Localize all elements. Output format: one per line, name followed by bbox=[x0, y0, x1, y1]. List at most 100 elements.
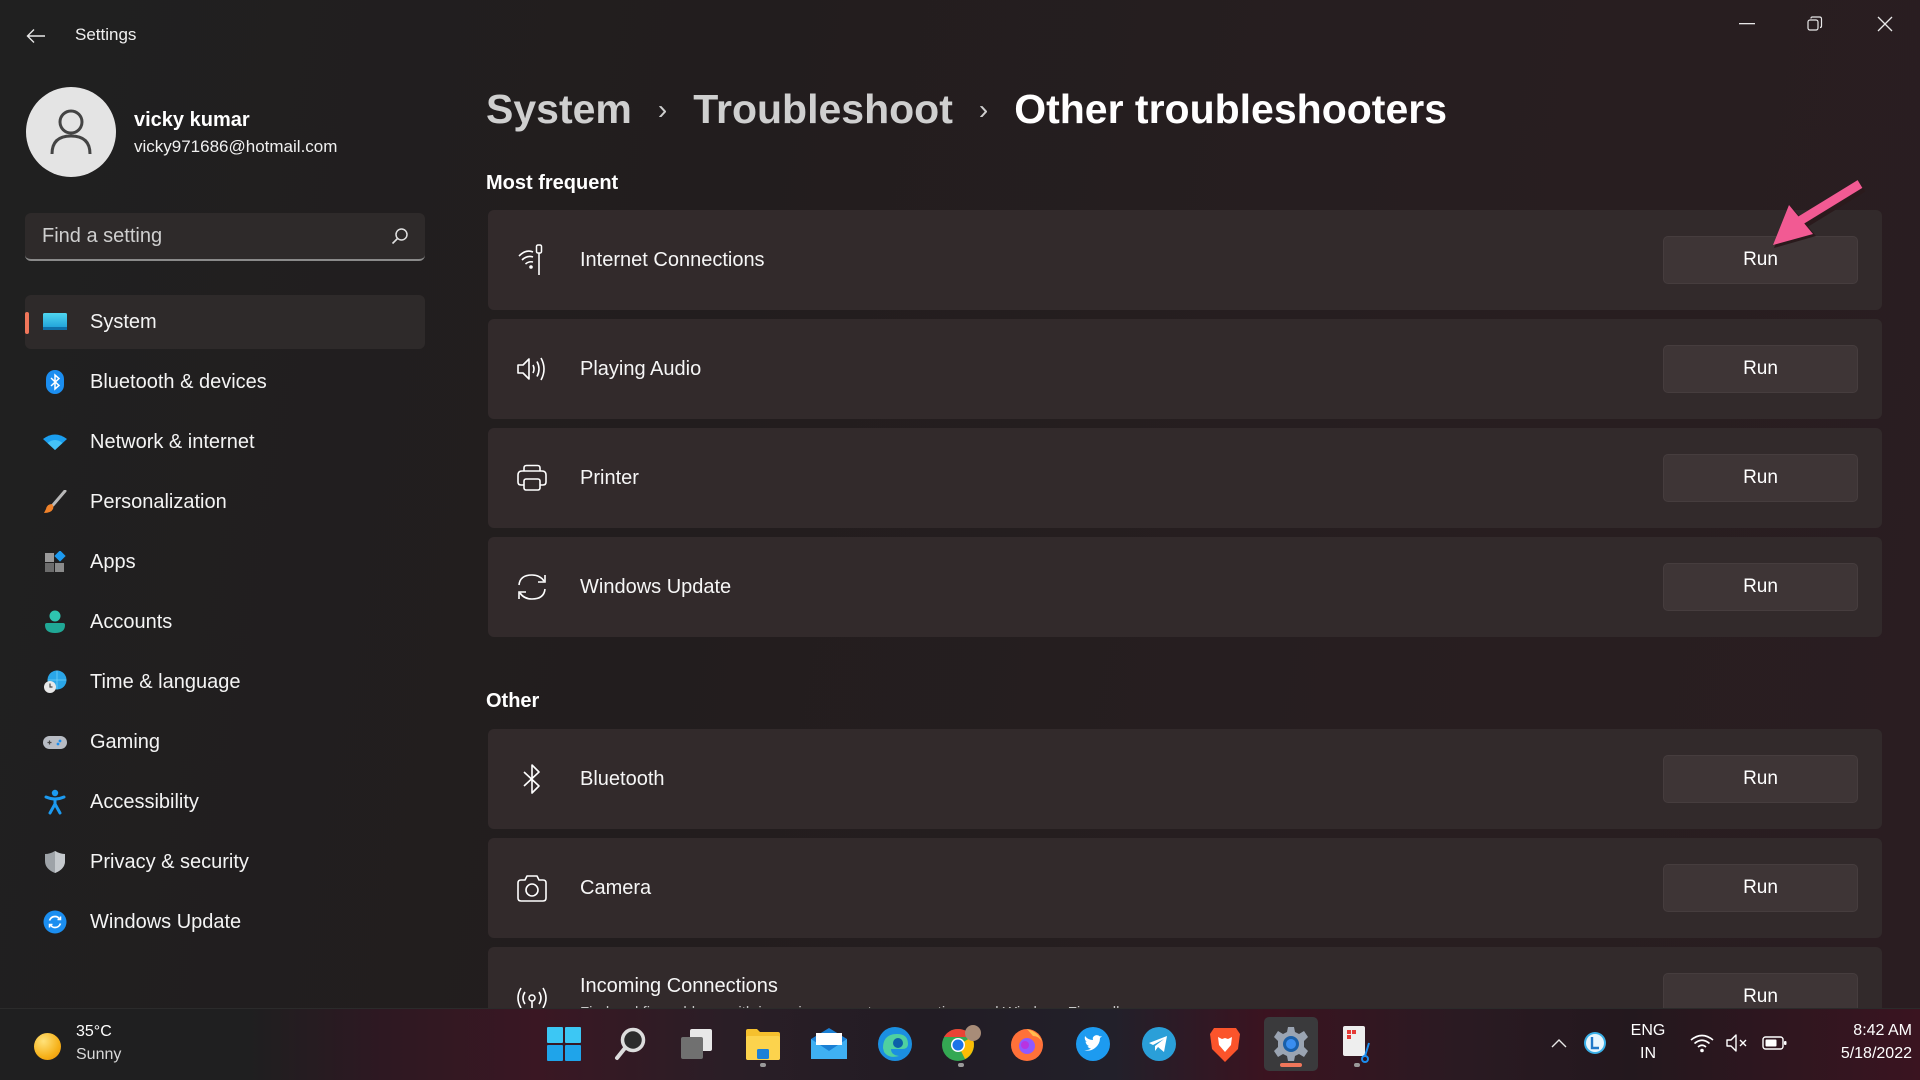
sidebar-item-personalization[interactable]: Personalization bbox=[25, 475, 425, 529]
brave-lion-icon bbox=[1210, 1028, 1240, 1062]
run-printer-button[interactable]: Run bbox=[1663, 454, 1858, 502]
run-bluetooth-button[interactable]: Run bbox=[1663, 755, 1858, 803]
shield-icon bbox=[42, 849, 68, 875]
minimize-button[interactable] bbox=[1713, 0, 1781, 48]
back-button[interactable] bbox=[18, 18, 54, 54]
annotation-arrow bbox=[1773, 180, 1866, 248]
apps-icon bbox=[42, 549, 68, 575]
taskbar-brave[interactable] bbox=[1198, 1017, 1252, 1071]
globe-clock-icon bbox=[42, 669, 68, 695]
run-camera-button[interactable]: Run bbox=[1663, 864, 1858, 912]
search-input[interactable] bbox=[42, 224, 391, 248]
minimize-icon bbox=[1739, 23, 1755, 25]
tray-app-l[interactable] bbox=[1582, 1030, 1608, 1056]
troubleshooter-camera: Camera Run bbox=[488, 838, 1882, 938]
back-arrow-icon bbox=[26, 29, 45, 43]
volume-muted-icon bbox=[1726, 1034, 1747, 1052]
weather-condition[interactable]: Sunny bbox=[76, 1046, 121, 1064]
sidebar-item-gaming[interactable]: Gaming bbox=[25, 715, 425, 769]
sidebar-item-accounts[interactable]: Accounts bbox=[25, 595, 425, 649]
l-app-icon bbox=[1584, 1032, 1606, 1054]
network-status[interactable] bbox=[1688, 1030, 1716, 1056]
region-code: IN bbox=[1640, 1045, 1656, 1062]
antenna-icon bbox=[514, 984, 550, 1008]
sidebar-item-accessibility[interactable]: Accessibility bbox=[25, 775, 425, 829]
camera-icon bbox=[514, 870, 550, 906]
run-playing-audio-button[interactable]: Run bbox=[1663, 345, 1858, 393]
breadcrumb-system[interactable]: System bbox=[486, 86, 632, 133]
task-view-icon bbox=[681, 1029, 712, 1059]
show-hidden-icons-button[interactable] bbox=[1546, 1030, 1572, 1056]
bluetooth-icon bbox=[42, 369, 68, 395]
clock[interactable]: 8:42 AM 5/18/2022 bbox=[1800, 1018, 1912, 1070]
edge-icon bbox=[878, 1027, 912, 1061]
taskbar-search[interactable] bbox=[603, 1017, 657, 1071]
run-windows-update-button[interactable]: Run bbox=[1663, 563, 1858, 611]
taskbar-mail[interactable] bbox=[802, 1017, 856, 1071]
printer-icon bbox=[514, 460, 550, 496]
troubleshooter-playing-audio: Playing Audio Run bbox=[488, 319, 1882, 419]
troubleshooter-label: Incoming Connections bbox=[580, 975, 778, 997]
volume-status[interactable] bbox=[1724, 1030, 1752, 1056]
weather-temperature[interactable]: 35°C bbox=[76, 1023, 112, 1041]
running-indicator bbox=[760, 1063, 766, 1067]
settings-window: Settings vicky kumar vicky971686@hotmail… bbox=[0, 0, 1920, 1008]
troubleshooter-label: Internet Connections bbox=[580, 248, 765, 271]
sidebar-nav: System Bluetooth & devices Network & int… bbox=[25, 295, 425, 955]
restore-button[interactable] bbox=[1781, 0, 1849, 48]
sidebar-item-bluetooth-devices[interactable]: Bluetooth & devices bbox=[25, 355, 425, 409]
windows-logo-icon bbox=[547, 1027, 581, 1061]
person-outline-icon bbox=[50, 109, 92, 155]
taskbar-settings[interactable] bbox=[1264, 1017, 1318, 1071]
sidebar-item-label: Apps bbox=[90, 550, 136, 573]
taskbar-telegram[interactable] bbox=[1132, 1017, 1186, 1071]
troubleshooter-bluetooth: Bluetooth Run bbox=[488, 729, 1882, 829]
taskbar-task-view[interactable] bbox=[670, 1017, 724, 1071]
breadcrumb-troubleshoot[interactable]: Troubleshoot bbox=[693, 86, 953, 133]
running-indicator bbox=[958, 1063, 964, 1067]
taskbar-snipping-tool[interactable] bbox=[1330, 1017, 1384, 1071]
wifi-icon bbox=[1690, 1034, 1714, 1053]
search-icon[interactable] bbox=[391, 227, 409, 245]
sidebar-item-label: Gaming bbox=[90, 730, 161, 753]
speaker-icon bbox=[514, 351, 550, 387]
sidebar-item-network-internet[interactable]: Network & internet bbox=[25, 415, 425, 469]
telegram-icon bbox=[1142, 1027, 1176, 1061]
sidebar-item-label: Bluetooth & devices bbox=[90, 370, 267, 393]
paintbrush-icon bbox=[42, 489, 68, 515]
running-indicator bbox=[1354, 1063, 1360, 1067]
sidebar-item-system[interactable]: System bbox=[25, 295, 425, 349]
taskbar-twitter[interactable] bbox=[1066, 1017, 1120, 1071]
sidebar-item-label: Accounts bbox=[90, 610, 173, 633]
sidebar-item-label: Accessibility bbox=[90, 790, 199, 813]
taskbar-chrome[interactable] bbox=[934, 1017, 988, 1071]
firefox-icon bbox=[1011, 1029, 1043, 1061]
troubleshooter-printer: Printer Run bbox=[488, 428, 1882, 528]
sidebar-item-time-language[interactable]: Time & language bbox=[25, 655, 425, 709]
search-icon bbox=[615, 1027, 646, 1060]
sidebar-item-windows-update[interactable]: Windows Update bbox=[25, 895, 425, 949]
close-button[interactable] bbox=[1851, 0, 1919, 48]
taskbar-firefox[interactable] bbox=[1000, 1017, 1054, 1071]
sidebar-item-privacy-security[interactable]: Privacy & security bbox=[25, 835, 425, 889]
weather-sun-icon[interactable] bbox=[34, 1033, 61, 1060]
chevron-right-icon: › bbox=[657, 93, 668, 125]
taskbar-file-explorer[interactable] bbox=[736, 1017, 790, 1071]
language-code: ENG bbox=[1630, 1022, 1666, 1039]
search-box[interactable] bbox=[25, 213, 425, 261]
language-indicator[interactable]: ENG IN bbox=[1622, 1018, 1674, 1070]
clock-date: 5/18/2022 bbox=[1840, 1045, 1912, 1062]
battery-status[interactable] bbox=[1760, 1030, 1790, 1056]
run-incoming-connections-button[interactable]: Run bbox=[1663, 973, 1858, 1008]
close-icon bbox=[1877, 16, 1893, 32]
taskbar-edge[interactable] bbox=[868, 1017, 922, 1071]
sidebar-item-apps[interactable]: Apps bbox=[25, 535, 425, 589]
internet-connections-icon bbox=[514, 242, 550, 278]
troubleshooter-incoming-connections: Incoming Connections Find and fix proble… bbox=[488, 947, 1882, 1008]
avatar[interactable] bbox=[26, 87, 116, 177]
taskbar-start[interactable] bbox=[537, 1017, 591, 1071]
troubleshooter-label: Windows Update bbox=[580, 575, 732, 598]
section-title-most-frequent: Most frequent bbox=[486, 172, 619, 194]
sync-icon bbox=[514, 569, 550, 605]
snipping-tool-icon bbox=[1343, 1026, 1370, 1063]
